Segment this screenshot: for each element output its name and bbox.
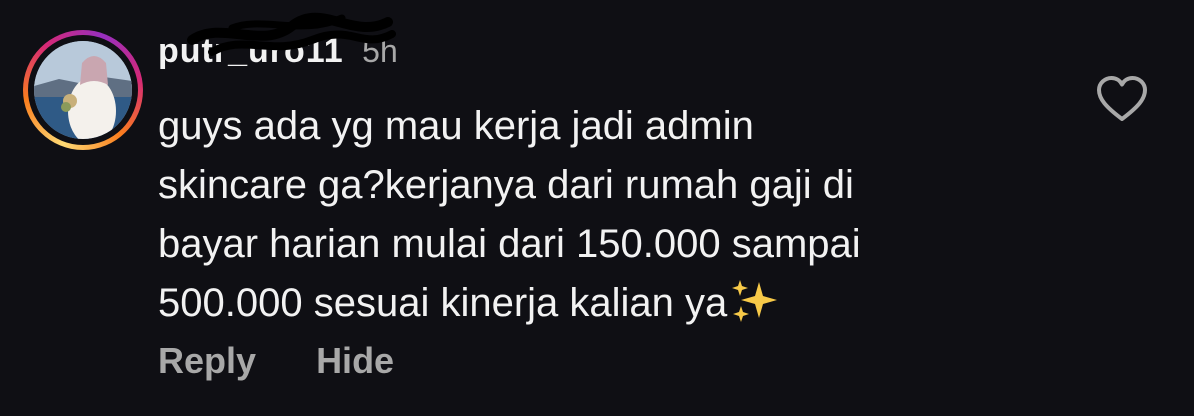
hide-button[interactable]: Hide	[316, 340, 394, 382]
comment-header: putr_uro11 5h	[158, 12, 398, 78]
username-text: putr_uro11	[158, 32, 344, 70]
comment-line-3: bayar harian mulai dari 150.000 sampai	[158, 222, 861, 266]
heart-outline-icon[interactable]	[1096, 76, 1148, 122]
comment-line-1: guys ada yg mau kerja jadi admin	[158, 104, 754, 148]
avatar[interactable]	[23, 30, 143, 150]
comment-line-4: 500.000 sesuai kinerja kalian ya	[158, 281, 728, 325]
comment-text: guys ada yg mau kerja jadi admin skincar…	[158, 97, 1058, 333]
comment-actions: Reply Hide	[158, 340, 394, 382]
sparkles-icon	[732, 280, 778, 322]
timestamp: 5h	[362, 33, 398, 69]
username[interactable]: putr_uro11	[158, 12, 396, 71]
comment: putr_uro11 5h guys ada yg mau kerja jadi…	[0, 0, 1194, 416]
reply-button[interactable]: Reply	[158, 340, 256, 382]
avatar-photo	[34, 41, 132, 139]
profile-photo-icon	[34, 41, 132, 139]
comment-line-2: skincare ga?kerjanya dari rumah gaji di	[158, 163, 854, 207]
